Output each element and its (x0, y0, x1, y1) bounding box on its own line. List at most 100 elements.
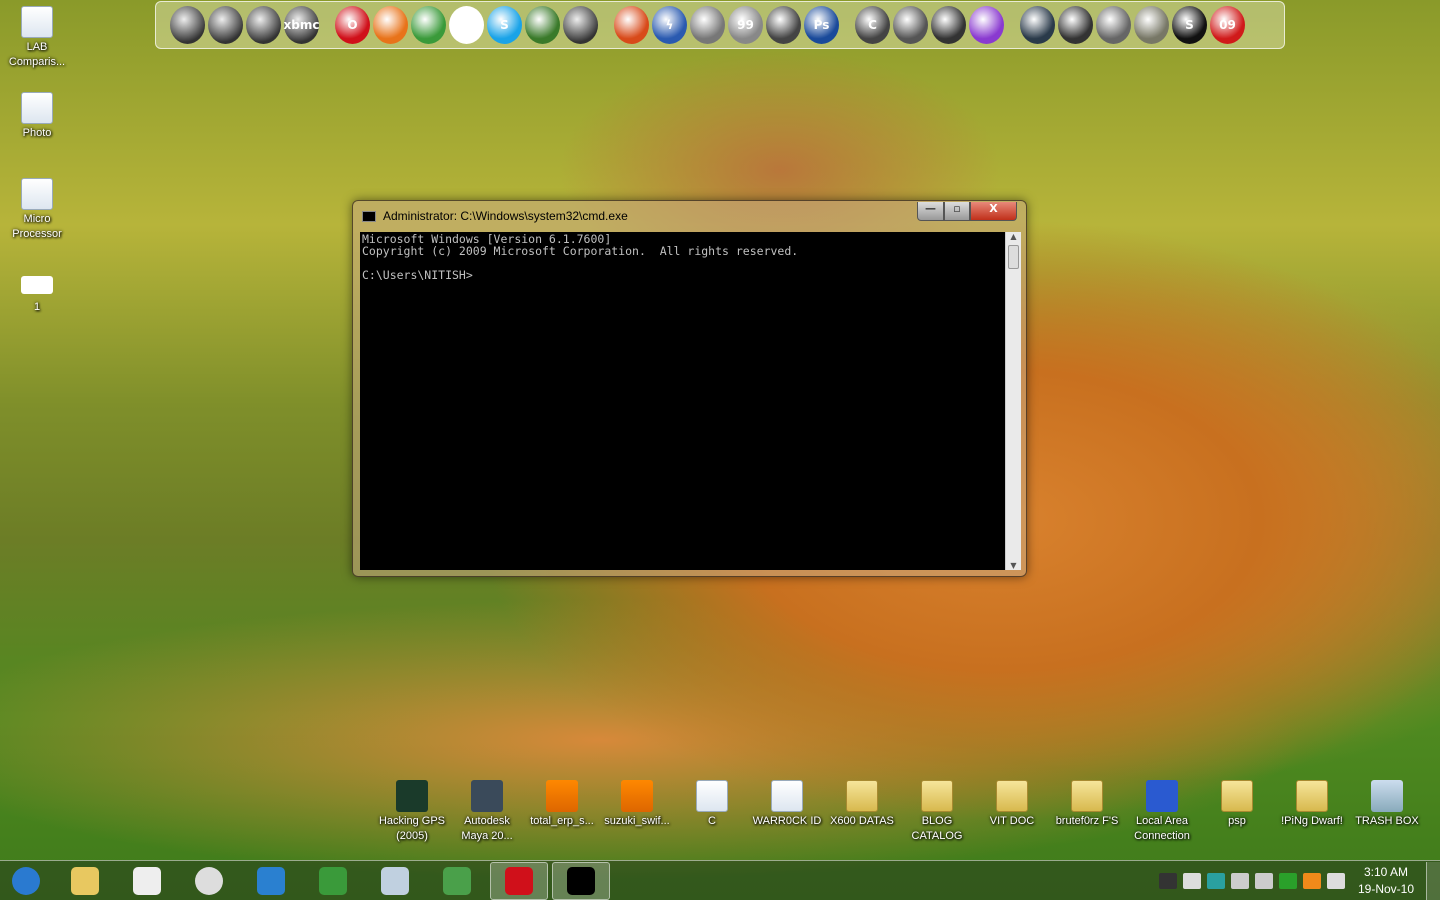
folder-icon (1296, 780, 1328, 812)
taskbar-button[interactable] (56, 862, 114, 900)
blocks-icon[interactable] (969, 6, 1004, 44)
desktop-icon[interactable]: Photo (0, 92, 74, 141)
cmd-window[interactable]: Administrator: C:\Windows\system32\cmd.e… (352, 200, 1027, 577)
vertical-scrollbar[interactable]: ▲ ▼ (1005, 232, 1021, 570)
game-09-icon[interactable]: 09 (1210, 6, 1245, 44)
desktop-icon[interactable]: WARR0CK ID (750, 780, 824, 829)
scroll-down-arrow-icon[interactable]: ▼ (1006, 561, 1021, 570)
desktop-icon-label: WARR0CK ID (752, 815, 822, 827)
chat-bubble-icon[interactable] (1326, 872, 1345, 889)
desktop-icon[interactable]: suzuki_swif... (600, 780, 674, 829)
dock-icon-glyph: 09 (1219, 18, 1236, 32)
lightning-icon[interactable]: ϟ (652, 6, 687, 44)
taskbar-button[interactable] (118, 862, 176, 900)
maximize-button[interactable]: ▫ (944, 202, 970, 221)
firefox-icon[interactable] (373, 6, 408, 44)
desktop-icon[interactable]: TRASH BOX (1350, 780, 1424, 829)
scroll-thumb[interactable] (1008, 245, 1019, 269)
smoke-icon[interactable] (766, 6, 801, 44)
desktop-icon[interactable]: C (675, 780, 749, 829)
key-icon[interactable] (931, 6, 966, 44)
desktop-icon[interactable]: psp (1200, 780, 1274, 829)
orb-icon[interactable] (246, 6, 281, 44)
show-desktop-button[interactable] (1426, 861, 1440, 900)
desktop-icon[interactable]: brutef0rz F'S (1050, 780, 1124, 829)
opera-icon[interactable]: O (335, 6, 370, 44)
gtalk-icon[interactable]: talk (449, 6, 484, 44)
desktop-icon-label: Hacking GPS (2005) (378, 815, 446, 842)
taskbar-button[interactable] (490, 861, 548, 900)
dock-icon-glyph: xbmc (283, 18, 320, 32)
media-player-icon (381, 866, 409, 895)
media-icon[interactable] (170, 6, 205, 44)
game-emblem-icon[interactable] (1096, 6, 1131, 44)
cmd-icon (567, 866, 595, 895)
monitor-99-icon[interactable]: 99 (728, 6, 763, 44)
xbmc-icon[interactable]: xbmc (284, 6, 319, 44)
desktop-icon[interactable]: total_erp_s... (525, 780, 599, 829)
taskbar-button[interactable] (428, 862, 486, 900)
desktop-icon[interactable]: BLOG CATALOG (900, 780, 974, 844)
desktop-icon-label: TRASH BOX (1355, 815, 1419, 827)
utorrent-icon[interactable] (1278, 872, 1297, 889)
network-icon[interactable] (1254, 872, 1273, 889)
desktop-icon-label: LAB Comparis... (8, 41, 66, 68)
desktop-icon-label: VIT DOC (989, 815, 1035, 827)
taskbar-button[interactable] (366, 862, 424, 900)
orange-app-icon[interactable] (1302, 872, 1321, 889)
game-icon[interactable] (1020, 6, 1055, 44)
recycle-bin-icon (1371, 780, 1403, 812)
taskbar-button[interactable] (304, 862, 362, 900)
desktop-icon[interactable]: Hacking GPS (2005) (375, 780, 449, 844)
desktop-icon-label: X600 DATAS (830, 815, 894, 827)
idm-icon (319, 866, 347, 895)
desktop-icon[interactable]: Autodesk Maya 20... (450, 780, 524, 844)
desktop-icon-label: Photo (22, 127, 52, 139)
desktop-icon[interactable]: !PiNg Dwarf! (1275, 780, 1349, 829)
volume-icon[interactable] (1230, 872, 1249, 889)
clock[interactable]: 3:10 AM 19-Nov-10 (1358, 864, 1414, 898)
headphones-icon[interactable] (208, 6, 243, 44)
bomb-icon[interactable] (893, 6, 928, 44)
desktop-icon[interactable]: X600 DATAS (825, 780, 899, 829)
desktop-icon-label: brutef0rz F'S (1055, 815, 1119, 827)
desktop-icon[interactable]: 1 (0, 270, 74, 315)
taskbar-button[interactable] (552, 861, 610, 900)
orb-icon[interactable] (563, 6, 598, 44)
burner-icon[interactable] (614, 6, 649, 44)
close-button[interactable]: X (970, 202, 1017, 221)
film-reel-icon[interactable] (690, 6, 725, 44)
taskbar-button[interactable] (242, 862, 300, 900)
assassin-icon[interactable] (1134, 6, 1169, 44)
desktop-icon[interactable]: Micro Processor (0, 178, 74, 242)
start-button[interactable] (0, 862, 52, 900)
taskbar-button[interactable] (180, 862, 238, 900)
monitor-99-tray-icon[interactable] (1158, 872, 1177, 889)
joystick-icon[interactable]: C (855, 6, 890, 44)
ie-icon (257, 866, 285, 895)
photoshop-icon[interactable]: Ps (804, 6, 839, 44)
blank-icon (21, 276, 53, 294)
desktop-icon[interactable]: Local Area Connection (1125, 780, 1199, 844)
chrome-icon[interactable] (411, 6, 446, 44)
desktop-icon-label: C (708, 815, 716, 827)
desktop-icon-label: 1 (33, 301, 41, 313)
game-s-icon[interactable]: S (1172, 6, 1207, 44)
scroll-up-arrow-icon[interactable]: ▲ (1006, 232, 1021, 241)
desktop-icon[interactable]: LAB Comparis... (0, 6, 74, 70)
system-tray (1156, 872, 1348, 889)
folder-icon (921, 780, 953, 812)
desktop-icon-label: suzuki_swif... (604, 815, 670, 827)
nfs-icon[interactable] (1058, 6, 1093, 44)
skype-icon[interactable]: S (487, 6, 522, 44)
minimize-button[interactable]: — (917, 202, 944, 221)
action-center-flag-icon[interactable] (1182, 872, 1201, 889)
desktop-icon[interactable]: VIT DOC (975, 780, 1049, 829)
globe-icon[interactable] (525, 6, 560, 44)
folder-icon (996, 780, 1028, 812)
console-output[interactable]: Microsoft Windows [Version 6.1.7600] Copy… (360, 232, 1005, 570)
dock-icon-glyph: O (347, 18, 358, 32)
battery-icon[interactable] (1206, 872, 1225, 889)
dock-icon-glyph: C (868, 18, 877, 32)
window-title: Administrator: C:\Windows\system32\cmd.e… (383, 209, 628, 223)
